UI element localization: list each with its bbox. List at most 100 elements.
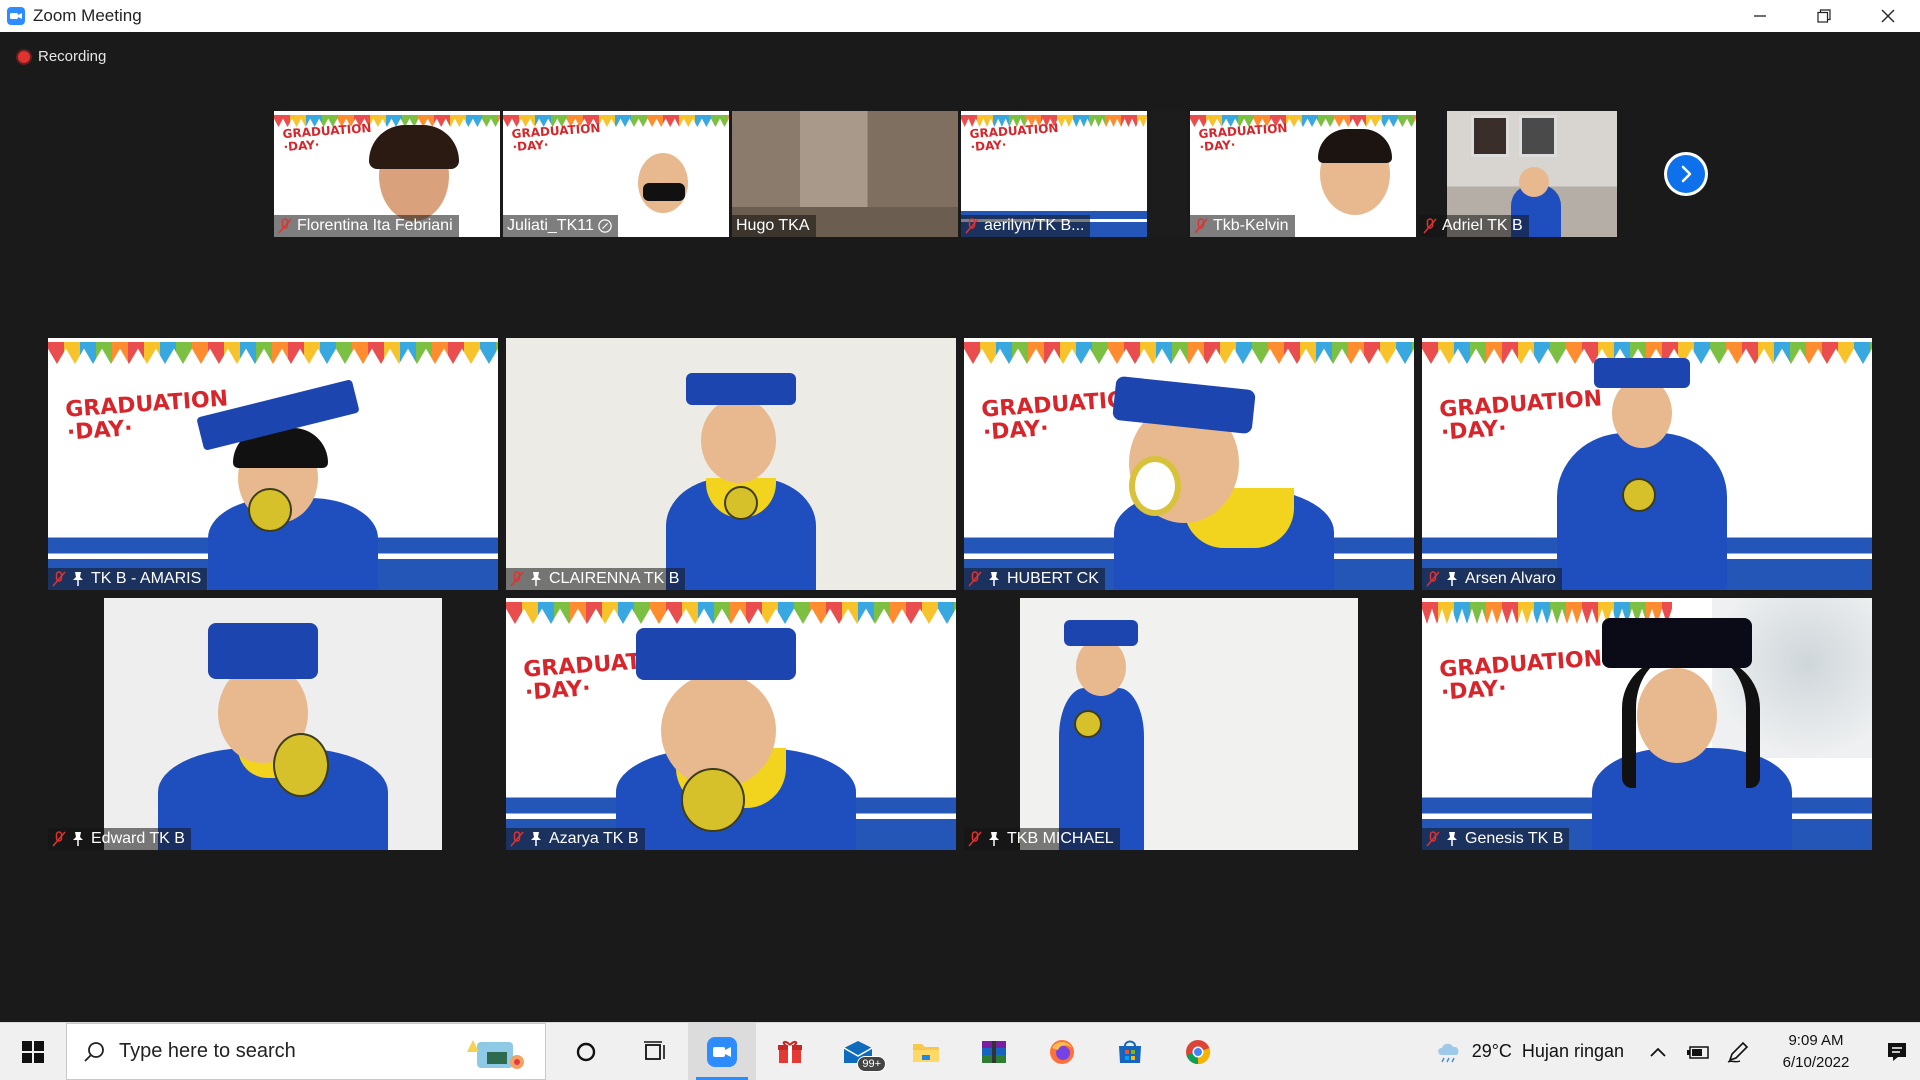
taskbar: Type here to search 99+ 29°C Hujan ringa… [0,1022,1920,1080]
pen-icon [1727,1041,1749,1063]
pin-icon [73,832,83,846]
search-icon [84,1041,104,1062]
store-button[interactable] [1096,1023,1164,1080]
participant-name-label: Florentina Ita Febriani [274,215,459,237]
strip-tile[interactable]: GRADUATION ·DAY· Tkb-Kelvin [1190,111,1416,237]
pen-button[interactable] [1718,1023,1758,1080]
participant-name-label: Adriel TK B [1419,215,1529,237]
pin-icon [531,572,541,586]
minimize-button[interactable] [1728,0,1792,32]
pin-icon [1447,572,1457,586]
restore-icon [1817,9,1831,23]
search-highlight-icon[interactable] [461,1034,525,1072]
participant-name-label: CLAIRENNA TK B [506,568,686,590]
zoom-taskbar-button[interactable] [688,1023,756,1080]
zoom-logo-icon [7,7,25,25]
muted-mic-icon [1194,218,1208,234]
participant-name-label: Edward TK B [48,828,191,850]
search-box[interactable]: Type here to search [66,1023,546,1080]
muted-mic-icon [1423,218,1437,234]
mail-button[interactable]: 99+ [824,1023,892,1080]
recording-label: Recording [38,48,107,65]
battery-icon [1687,1045,1709,1059]
window-controls [1728,0,1920,32]
weather-temperature: 29°C [1471,1041,1512,1061]
system-tray: 29°C Hujan ringan 9:09 AM 6/10/2022 [1436,1023,1920,1080]
video-tile[interactable]: GRADUATION ·DAY· Arsen Alvaro [1422,338,1872,590]
task-view-icon [644,1040,665,1060]
participant-name-label: Hugo TKA [732,215,816,237]
muted-mic-icon [965,218,979,234]
muted-mic-icon [52,831,66,847]
cortana-button[interactable] [552,1023,620,1080]
pin-icon [989,572,999,586]
chevron-right-icon [1681,165,1692,183]
strip-tile[interactable]: GRADUATION ·DAY· Florentina Ita Febriani [274,111,500,237]
strip-tile[interactable]: Hugo TKA [732,111,958,237]
participant-name-label: Tkb-Kelvin [1190,215,1295,237]
gift-icon [778,1040,802,1063]
file-explorer-button[interactable] [892,1023,960,1080]
participant-name-label: aerilyn/TK B... [961,215,1091,237]
start-button[interactable] [0,1023,66,1080]
pin-icon [1447,832,1457,846]
pin-icon [989,832,999,846]
chrome-icon [1186,1039,1211,1064]
clock[interactable]: 9:09 AM 6/10/2022 [1766,1030,1866,1074]
video-tile[interactable]: GRADUATION ·DAY· Genesis TK B [1422,598,1872,850]
participant-name-label: Juliati_TK11 [503,215,618,237]
spotlight-icon [598,219,612,233]
strip-tile[interactable]: GRADUATION ·DAY· aerilyn/TK B... [961,111,1187,237]
close-icon [1881,9,1895,23]
windows-logo-icon [22,1040,44,1063]
participant-name-label: Azarya TK B [506,828,645,850]
clock-time: 9:09 AM [1788,1031,1844,1049]
video-tile[interactable]: TKB MICHAEL [964,598,1414,850]
pinned-apps: 99+ [552,1023,1232,1080]
pin-icon [531,832,541,846]
muted-mic-icon [1426,831,1440,847]
recording-dot-icon [18,50,30,63]
search-placeholder: Type here to search [119,1040,296,1062]
muted-mic-icon [968,831,982,847]
window-title: Zoom Meeting [33,6,142,25]
participant-name-label: TKB MICHAEL [964,828,1120,850]
video-tile[interactable]: Edward TK B [48,598,498,850]
weather-condition: Hujan ringan [1521,1041,1624,1061]
battery-button[interactable] [1678,1023,1718,1080]
chrome-button[interactable] [1164,1023,1232,1080]
notification-icon [1888,1042,1906,1061]
participant-name-label: Genesis TK B [1422,828,1570,850]
notifications-button[interactable] [1874,1023,1920,1080]
winrar-icon [982,1040,1006,1063]
muted-mic-icon [510,831,524,847]
mail-badge: 99+ [857,1056,886,1072]
minimize-icon [1754,15,1766,17]
title-bar: Zoom Meeting [0,0,1920,32]
participant-name-label: Arsen Alvaro [1422,568,1562,590]
store-icon [1119,1040,1141,1063]
next-page-button[interactable] [1664,152,1708,196]
clock-date: 6/10/2022 [1782,1053,1850,1071]
restore-button[interactable] [1792,0,1856,32]
gift-app-button[interactable] [756,1023,824,1080]
recording-indicator[interactable]: Recording [18,48,106,65]
muted-mic-icon [52,571,66,587]
muted-mic-icon [510,571,524,587]
video-tile[interactable]: CLAIRENNA TK B [506,338,956,590]
video-tile[interactable]: GRADUATION ·DAY· TK B - AMARIS [48,338,498,590]
task-view-button[interactable] [620,1023,688,1080]
video-tile[interactable]: GRADUATION ·DAY· Azarya TK B [506,598,956,850]
weather-widget[interactable]: 29°C Hujan ringan [1436,1041,1624,1063]
muted-mic-icon [278,218,292,234]
show-hidden-icons-button[interactable] [1638,1023,1678,1080]
close-button[interactable] [1856,0,1920,32]
participant-name-label: HUBERT CK [964,568,1105,590]
winrar-button[interactable] [960,1023,1028,1080]
strip-tile[interactable]: Adriel TK B [1419,111,1645,237]
pin-icon [73,572,83,586]
cortana-icon [576,1042,596,1061]
video-tile[interactable]: GRADUATION ·DAY· HUBERT CK [964,338,1414,590]
firefox-button[interactable] [1028,1023,1096,1080]
strip-tile[interactable]: GRADUATION ·DAY· Juliati_TK11 [503,111,729,237]
